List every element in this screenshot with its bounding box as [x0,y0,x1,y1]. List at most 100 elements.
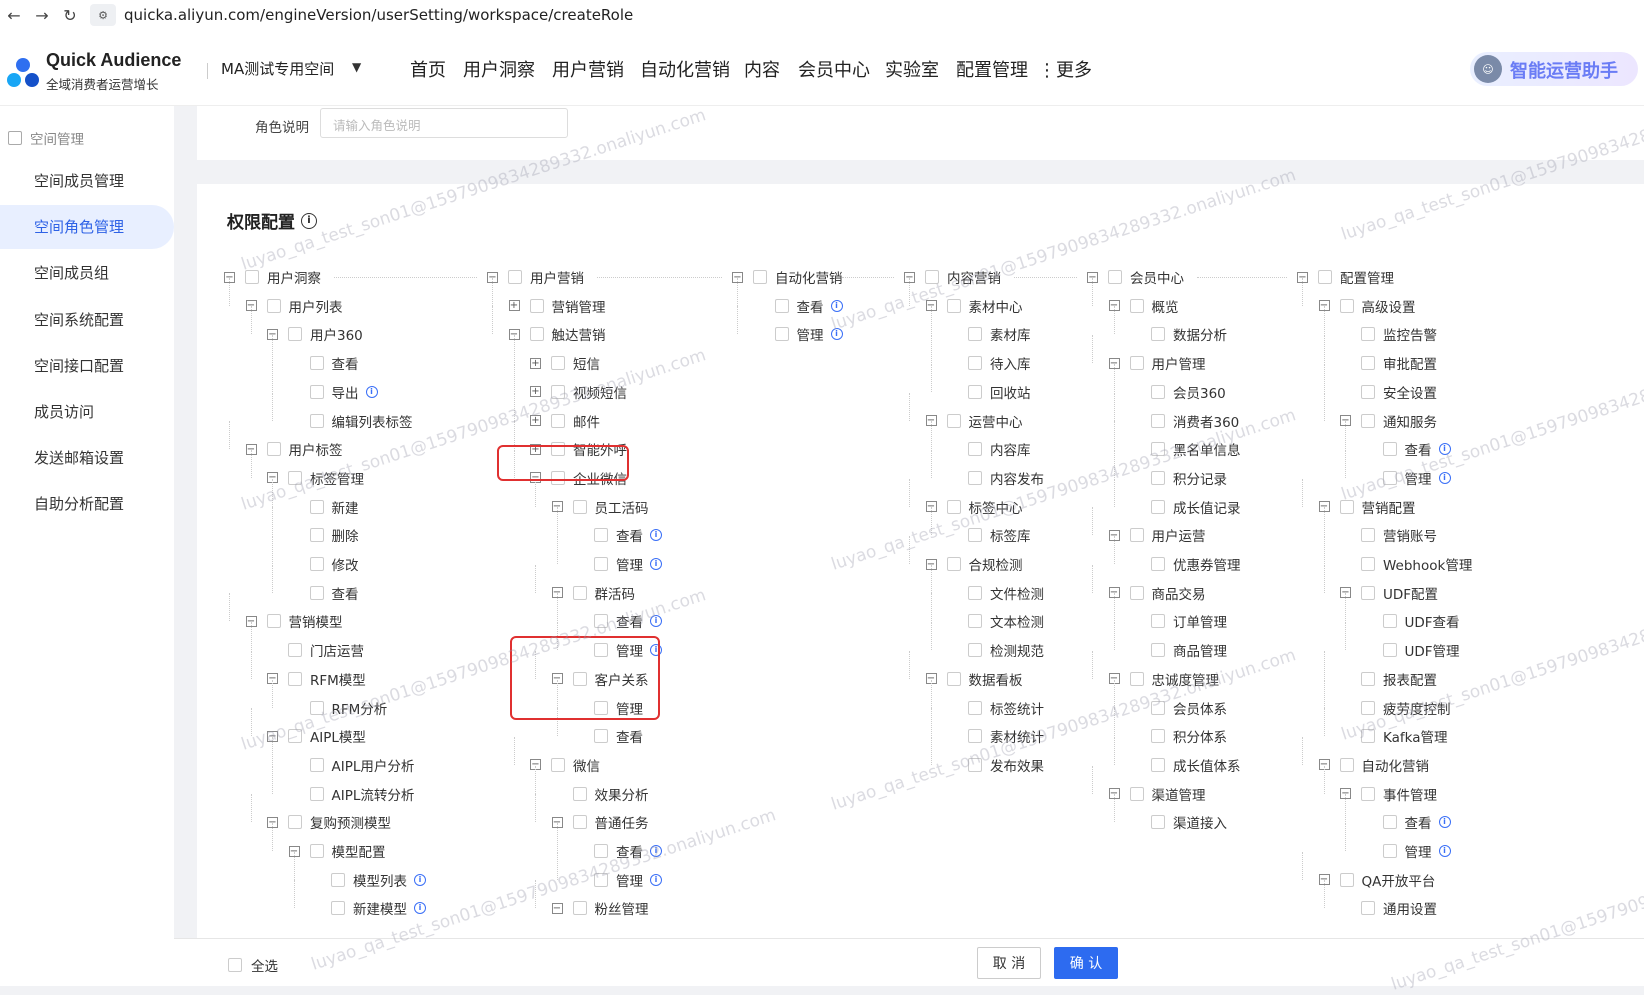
tree-checkbox[interactable] [946,557,961,571]
tree-checkbox[interactable] [309,356,324,371]
tree-node[interactable]: − RFM模型 [267,669,366,689]
tree-node[interactable]: 文本检测 [968,611,1044,631]
tree-checkbox[interactable] [1151,557,1165,571]
tree-node[interactable]: 优惠券管理 [1151,554,1241,574]
tree-checkbox[interactable] [551,356,565,371]
collapse-icon[interactable]: − [551,902,563,914]
tree-node[interactable]: 管理 i [594,870,662,890]
tree-node[interactable]: − 通知服务 [1340,411,1437,431]
tree-node[interactable]: − 标签中心 [925,497,1023,517]
tree-checkbox[interactable] [572,815,587,830]
tree-node[interactable]: − 普通任务 [551,812,649,832]
tree-checkbox[interactable] [594,872,608,887]
tree-node[interactable]: − 模型配置 [288,841,386,861]
tree-node[interactable]: 商品管理 [1151,640,1227,660]
tree-node[interactable]: Webhook管理 [1361,554,1472,574]
tree-checkbox[interactable] [1382,470,1397,485]
tree-node[interactable]: 新建模型 i [331,898,426,918]
tree-checkbox[interactable] [946,298,961,313]
tree-checkbox[interactable] [594,528,608,543]
expand-icon[interactable]: + [530,415,541,426]
tree-node[interactable]: 查看 i [594,611,662,631]
tree-checkbox[interactable] [1361,786,1375,801]
site-info-icon[interactable]: ⚙ [90,4,116,26]
info-icon[interactable]: i [414,873,426,886]
tree-node[interactable]: − 事件管理 [1340,784,1437,804]
info-icon[interactable]: i [1438,471,1451,484]
tree-checkbox[interactable] [572,499,587,514]
select-all[interactable]: 全选 [228,955,278,975]
tree-checkbox[interactable] [968,442,982,457]
tree-checkbox[interactable] [309,585,324,600]
tree-checkbox[interactable] [1361,557,1375,571]
tree-node[interactable]: 订单管理 [1151,611,1227,631]
tree-node[interactable]: 营销账号 [1361,525,1437,545]
tree-node[interactable]: 安全设置 [1361,382,1437,402]
tree-checkbox[interactable] [1361,327,1375,342]
tree-checkbox[interactable] [1361,384,1375,399]
tree-node[interactable]: − 用户列表 [245,296,343,316]
tree-checkbox[interactable] [1361,700,1375,715]
tree-checkbox[interactable] [925,270,939,284]
tree-node[interactable]: 发布效果 [968,755,1044,775]
tree-checkbox[interactable] [946,671,961,686]
tree-node[interactable]: − 数据看板 [925,669,1023,689]
tree-checkbox[interactable] [1129,356,1144,371]
reload-icon[interactable]: ↻ [56,6,84,25]
tree-node[interactable]: 查看 i [774,296,843,316]
tree-node[interactable]: 成长值体系 [1151,755,1241,775]
tree-checkbox[interactable] [309,757,324,772]
tree-node[interactable]: 标签统计 [968,698,1044,718]
cancel-button[interactable]: 取 消 [977,947,1041,979]
info-icon[interactable]: i [650,845,662,857]
tree-node[interactable]: − 运营中心 [925,411,1023,431]
tree-checkbox[interactable] [1361,729,1375,744]
info-icon[interactable]: i [414,902,426,915]
tree-checkbox[interactable] [529,298,544,313]
tree-checkbox[interactable] [968,327,982,342]
tree-node[interactable]: 通用设置 [1361,898,1437,918]
tree-checkbox[interactable] [572,901,587,916]
tree-node[interactable]: 渠道接入 [1151,812,1227,832]
tree-checkbox[interactable] [946,499,961,514]
info-icon[interactable]: i [1438,816,1451,829]
tree-checkbox[interactable] [266,614,281,629]
tree-checkbox[interactable] [1318,270,1332,284]
tree-node[interactable]: + 短信 [530,353,600,373]
tree-checkbox[interactable] [266,298,281,313]
info-icon[interactable]: i [650,873,662,886]
tree-node[interactable]: − 素材中心 [925,296,1023,316]
tree-checkbox[interactable] [1361,585,1375,600]
select-all-checkbox[interactable] [228,958,242,972]
tree-node[interactable]: − 用户管理 [1108,353,1206,373]
nav-menu-item[interactable]: 内容 [744,56,780,82]
tree-checkbox[interactable] [1382,815,1397,830]
tree-node[interactable]: 会员体系 [1151,698,1227,718]
tree-checkbox[interactable] [309,384,324,399]
tree-checkbox[interactable] [774,327,789,342]
expand-icon[interactable]: + [508,300,520,312]
tree-checkbox[interactable] [968,470,982,485]
tree-checkbox[interactable] [1129,298,1144,313]
tree-node[interactable]: 标签库 [968,525,1031,545]
tree-checkbox[interactable] [594,614,608,629]
tree-checkbox[interactable] [1339,499,1354,514]
tree-node[interactable]: − 概览 [1108,296,1179,316]
tree-node[interactable]: 文件检测 [968,583,1044,603]
tree-checkbox[interactable] [968,356,982,371]
sidebar-item[interactable]: 自助分析配置 [0,482,174,526]
tree-checkbox[interactable] [1361,671,1375,686]
tree-node[interactable]: − 合规检测 [925,554,1023,574]
info-icon[interactable]: i [365,385,378,398]
tree-checkbox[interactable] [1361,901,1375,916]
tree-node[interactable]: − 用户洞察 [224,267,321,287]
tree-checkbox[interactable] [309,413,324,428]
sidebar-item[interactable]: 发送邮箱设置 [0,436,174,480]
tree-node[interactable]: − 高级设置 [1318,296,1416,316]
tree-node[interactable]: + 营销管理 [508,296,606,316]
tree-checkbox[interactable] [1361,528,1375,543]
tree-node[interactable]: 积分体系 [1151,726,1227,746]
tree-checkbox[interactable] [1151,384,1165,399]
info-icon[interactable]: i [650,558,662,570]
tree-checkbox[interactable] [1361,356,1375,371]
